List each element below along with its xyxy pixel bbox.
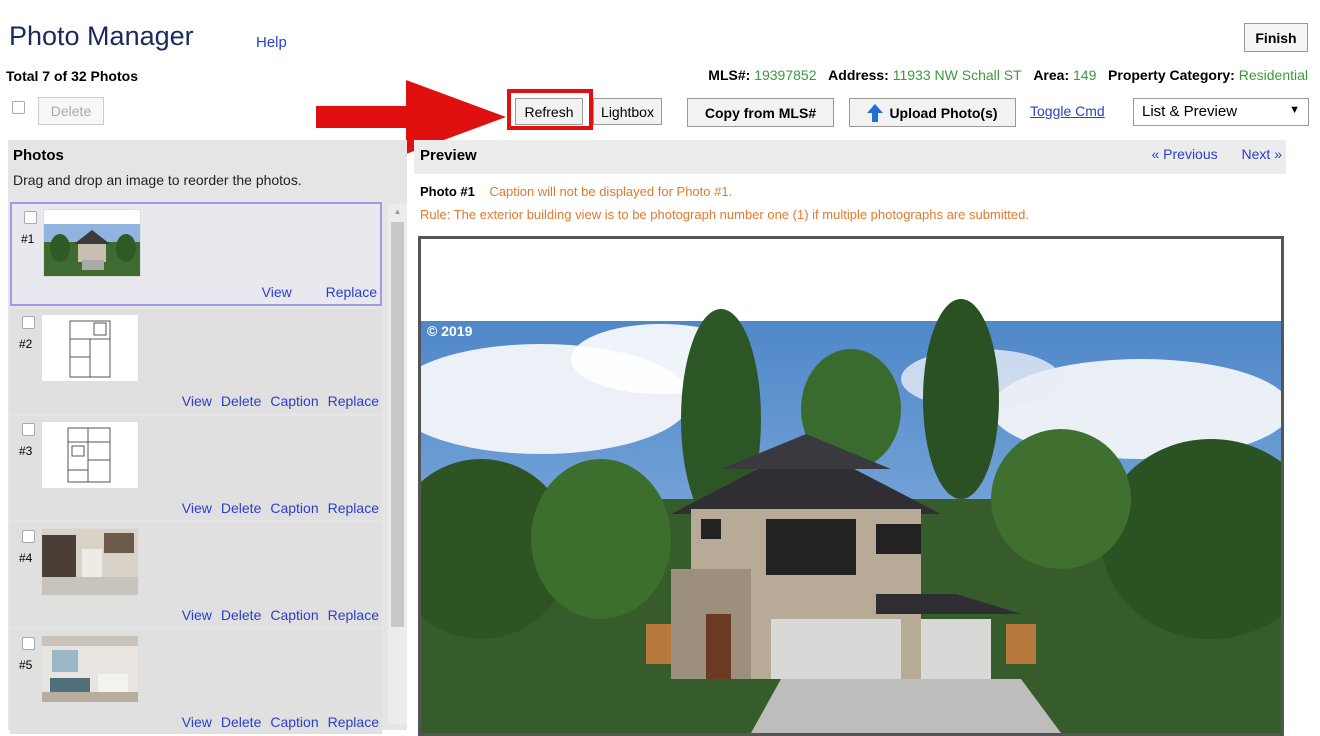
upload-label: Upload Photo(s): [889, 104, 998, 121]
copyright-watermark: © 2019: [427, 323, 473, 339]
photo-list-item-2[interactable]: #2 View Delete Caption Replace: [10, 309, 382, 413]
delete-link[interactable]: Delete: [221, 607, 261, 623]
view-mode-select[interactable]: List & Preview ▼: [1133, 98, 1309, 126]
caption-link[interactable]: Caption: [270, 607, 318, 623]
photo-list-item-4[interactable]: #4 View Delete Caption Replace: [10, 523, 382, 627]
photo-thumbnail-interior[interactable]: [41, 528, 139, 596]
caption-link[interactable]: Caption: [270, 500, 318, 516]
lightbox-button[interactable]: Lightbox: [593, 98, 662, 125]
area-value: 149: [1073, 67, 1097, 83]
photo-actions: View Delete Caption Replace: [173, 607, 379, 623]
replace-link[interactable]: Replace: [328, 714, 379, 730]
photo-count: Total 7 of 32 Photos: [6, 68, 138, 84]
photo-thumbnail-floorplan[interactable]: [41, 314, 139, 382]
finish-button[interactable]: Finish: [1244, 23, 1308, 52]
toggle-cmd-link[interactable]: Toggle Cmd: [1030, 103, 1105, 119]
photos-panel-title: Photos: [13, 147, 64, 164]
mls-label: MLS#:: [708, 67, 751, 83]
category-value: Residential: [1238, 67, 1308, 83]
photo-number: #2: [19, 337, 33, 351]
photo-thumbnail-house[interactable]: [43, 209, 141, 277]
photo-list-item-5[interactable]: #5 View Delete Caption Replace: [10, 630, 382, 734]
photo-number: #4: [19, 551, 33, 565]
photo-thumbnail-floorplan[interactable]: [41, 421, 139, 489]
delete-button[interactable]: Delete: [38, 97, 104, 125]
category-label: Property Category:: [1108, 67, 1235, 83]
select-all-checkbox[interactable]: [12, 101, 25, 114]
photo-list-item-1[interactable]: #1 View Replace: [10, 202, 382, 306]
help-link[interactable]: Help: [256, 34, 287, 51]
dropdown-arrow-icon: ▼: [1289, 104, 1300, 116]
preview-navigation: « Previous Next »: [1131, 146, 1282, 162]
view-link[interactable]: View: [262, 284, 292, 300]
view-mode-value: List & Preview: [1142, 103, 1238, 120]
photo-checkbox[interactable]: [22, 637, 35, 650]
scrollbar-thumb[interactable]: [391, 222, 404, 627]
copy-from-mls-button[interactable]: Copy from MLS#: [687, 98, 834, 127]
mls-value: 19397852: [754, 67, 817, 83]
photo-actions: View Replace: [253, 284, 377, 300]
preview-image-frame: © 2019: [418, 236, 1284, 736]
delete-link[interactable]: Delete: [221, 714, 261, 730]
photos-panel-description: Drag and drop an image to reorder the ph…: [13, 172, 302, 188]
refresh-highlight-box: [507, 89, 593, 130]
delete-link[interactable]: Delete: [221, 500, 261, 516]
photo-actions: View Delete Caption Replace: [173, 393, 379, 409]
delete-link[interactable]: Delete: [221, 393, 261, 409]
replace-link[interactable]: Replace: [328, 607, 379, 623]
photo-number: #3: [19, 444, 33, 458]
previous-link[interactable]: « Previous: [1151, 146, 1217, 162]
view-link[interactable]: View: [182, 393, 212, 409]
view-link[interactable]: View: [182, 500, 212, 516]
scroll-up-icon[interactable]: ▲: [391, 207, 404, 217]
photo-checkbox[interactable]: [24, 211, 37, 224]
upload-arrow-icon: [867, 103, 884, 122]
caption-note: Caption will not be displayed for Photo …: [489, 184, 733, 199]
photo-number: #1: [21, 232, 35, 246]
replace-link[interactable]: Replace: [326, 284, 377, 300]
address-label: Address:: [828, 67, 889, 83]
replace-link[interactable]: Replace: [328, 393, 379, 409]
view-link[interactable]: View: [182, 607, 212, 623]
photo-checkbox[interactable]: [22, 423, 35, 436]
caption-link[interactable]: Caption: [270, 393, 318, 409]
photo-checkbox[interactable]: [22, 530, 35, 543]
upload-photos-button[interactable]: Upload Photo(s): [849, 98, 1016, 127]
photo-list-item-3[interactable]: #3 View Delete Caption Replace: [10, 416, 382, 520]
photo-thumbnail-living-room[interactable]: [41, 635, 139, 703]
photo-actions: View Delete Caption Replace: [173, 714, 379, 730]
listing-info: MLS#: 19397852 Address: 11933 NW Schall …: [708, 67, 1308, 83]
photo-label: Photo #1: [420, 184, 475, 199]
preview-house-image[interactable]: © 2019: [421, 239, 1281, 733]
next-link[interactable]: Next »: [1242, 146, 1282, 162]
preview-title: Preview: [420, 147, 477, 164]
caption-link[interactable]: Caption: [270, 714, 318, 730]
photo-rule-note: Rule: The exterior building view is to b…: [420, 207, 1029, 222]
photo-number: #5: [19, 658, 33, 672]
photo-checkbox[interactable]: [22, 316, 35, 329]
photo-caption-line: Photo #1 Caption will not be displayed f…: [420, 184, 732, 199]
address-value: 11933 NW Schall ST: [892, 67, 1022, 83]
page-title: Photo Manager: [9, 21, 194, 51]
replace-link[interactable]: Replace: [328, 500, 379, 516]
area-label: Area:: [1033, 67, 1070, 83]
photo-actions: View Delete Caption Replace: [173, 500, 379, 516]
view-link[interactable]: View: [182, 714, 212, 730]
